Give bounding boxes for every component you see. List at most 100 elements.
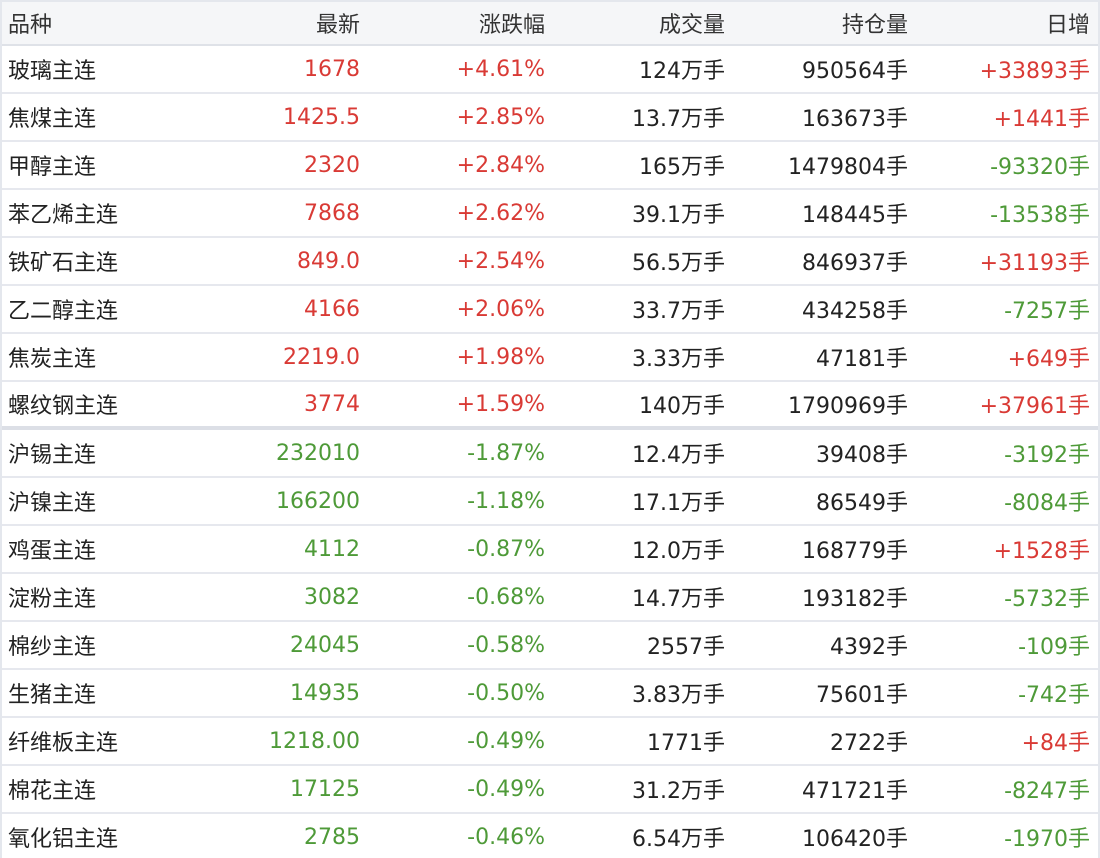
row-name: 苯乙烯主连 — [8, 203, 119, 228]
row-name: 淀粉主连 — [8, 587, 97, 612]
row-change: -0.68% — [467, 584, 545, 610]
row-change: -0.58% — [467, 632, 545, 658]
row-open-interest: 39408手 — [816, 443, 908, 468]
row-change: -1.87% — [467, 440, 545, 466]
row-name: 棉花主连 — [8, 779, 97, 804]
row-change: +2.54% — [456, 248, 545, 274]
row-change: -0.49% — [467, 728, 545, 754]
row-name: 玻璃主连 — [8, 59, 97, 84]
row-daily-change: -93320手 — [990, 155, 1090, 180]
row-name: 甲醇主连 — [8, 155, 97, 180]
row-price: 1678 — [304, 56, 360, 82]
column-header-change[interactable]: 涨跌幅 — [360, 7, 545, 39]
row-daily-change: +84手 — [1021, 731, 1090, 756]
row-open-interest: 106420手 — [802, 827, 908, 852]
table-row[interactable]: 玻璃主连 1678 +4.61% 124万手 950564手 +33893手 — [2, 46, 1098, 94]
row-price: 2320 — [304, 152, 360, 178]
table-row[interactable]: 沪镍主连 166200 -1.18% 17.1万手 86549手 -8084手 — [2, 478, 1098, 526]
row-price: 1218.00 — [269, 728, 360, 754]
row-price: 849.0 — [297, 248, 360, 274]
table-row[interactable]: 甲醇主连 2320 +2.84% 165万手 1479804手 -93320手 — [2, 142, 1098, 190]
table-row[interactable]: 鸡蛋主连 4112 -0.87% 12.0万手 168779手 +1528手 — [2, 526, 1098, 574]
row-open-interest: 1790969手 — [788, 394, 908, 419]
row-volume: 3.33万手 — [632, 347, 725, 372]
column-header-volume[interactable]: 成交量 — [545, 7, 725, 39]
row-price: 17125 — [290, 776, 360, 802]
table-row[interactable]: 棉花主连 17125 -0.49% 31.2万手 471721手 -8247手 — [2, 766, 1098, 814]
row-change: -0.87% — [467, 536, 545, 562]
table-row[interactable]: 淀粉主连 3082 -0.68% 14.7万手 193182手 -5732手 — [2, 574, 1098, 622]
row-change: +2.85% — [456, 104, 545, 130]
row-daily-change: -7257手 — [1004, 299, 1090, 324]
row-open-interest: 2722手 — [830, 731, 908, 756]
row-volume: 124万手 — [639, 59, 725, 84]
row-volume: 1771手 — [647, 731, 725, 756]
row-daily-change: +31193手 — [979, 251, 1090, 276]
row-name: 沪镍主连 — [8, 491, 97, 516]
row-name: 纤维板主连 — [8, 731, 119, 756]
row-open-interest: 950564手 — [802, 59, 908, 84]
row-daily-change: -8084手 — [1004, 491, 1090, 516]
table-row[interactable]: 苯乙烯主连 7868 +2.62% 39.1万手 148445手 -13538手 — [2, 190, 1098, 238]
table-row[interactable]: 生猪主连 14935 -0.50% 3.83万手 75601手 -742手 — [2, 670, 1098, 718]
row-price: 4112 — [304, 536, 360, 562]
table-row[interactable]: 乙二醇主连 4166 +2.06% 33.7万手 434258手 -7257手 — [2, 286, 1098, 334]
futures-quote-table: 品种 最新 涨跌幅 成交量 持仓量 日增 玻璃主连 1678 +4.61% 12… — [0, 0, 1100, 858]
column-header-daily-change[interactable]: 日增 — [908, 7, 1090, 39]
row-open-interest: 471721手 — [802, 779, 908, 804]
row-daily-change: +37961手 — [979, 394, 1090, 419]
row-price: 24045 — [290, 632, 360, 658]
row-price: 3774 — [304, 391, 360, 417]
row-name: 氧化铝主连 — [8, 827, 119, 852]
row-daily-change: +1528手 — [993, 539, 1090, 564]
row-open-interest: 1479804手 — [788, 155, 908, 180]
row-price: 166200 — [276, 488, 360, 514]
table-row[interactable]: 纤维板主连 1218.00 -0.49% 1771手 2722手 +84手 — [2, 718, 1098, 766]
column-header-price[interactable]: 最新 — [212, 7, 360, 39]
row-change: +4.61% — [456, 56, 545, 82]
row-price: 14935 — [290, 680, 360, 706]
row-daily-change: -5732手 — [1004, 587, 1090, 612]
row-volume: 17.1万手 — [632, 491, 725, 516]
row-name: 铁矿石主连 — [8, 251, 119, 276]
column-header-open-interest[interactable]: 持仓量 — [725, 7, 908, 39]
row-change: +1.59% — [456, 391, 545, 417]
row-change: +2.62% — [456, 200, 545, 226]
row-name: 沪锡主连 — [8, 443, 97, 468]
row-volume: 56.5万手 — [632, 251, 725, 276]
row-name: 棉纱主连 — [8, 635, 97, 660]
table-row[interactable]: 焦煤主连 1425.5 +2.85% 13.7万手 163673手 +1441手 — [2, 94, 1098, 142]
row-volume: 39.1万手 — [632, 203, 725, 228]
row-change: +2.84% — [456, 152, 545, 178]
row-price: 2785 — [304, 824, 360, 850]
row-volume: 14.7万手 — [632, 587, 725, 612]
row-volume: 31.2万手 — [632, 779, 725, 804]
row-open-interest: 75601手 — [816, 683, 908, 708]
row-volume: 2557手 — [647, 635, 725, 660]
table-row[interactable]: 螺纹钢主连 3774 +1.59% 140万手 1790969手 +37961手 — [2, 382, 1098, 430]
row-name: 鸡蛋主连 — [8, 539, 97, 564]
row-change: +1.98% — [456, 344, 545, 370]
row-name: 生猪主连 — [8, 683, 97, 708]
row-volume: 12.0万手 — [632, 539, 725, 564]
row-price: 4166 — [304, 296, 360, 322]
row-name: 螺纹钢主连 — [8, 394, 119, 419]
row-open-interest: 193182手 — [802, 587, 908, 612]
row-open-interest: 47181手 — [816, 347, 908, 372]
row-volume: 12.4万手 — [632, 443, 725, 468]
row-volume: 13.7万手 — [632, 107, 725, 132]
row-change: -0.49% — [467, 776, 545, 802]
table-row[interactable]: 沪锡主连 232010 -1.87% 12.4万手 39408手 -3192手 — [2, 430, 1098, 478]
row-daily-change: +1441手 — [993, 107, 1090, 132]
table-row[interactable]: 氧化铝主连 2785 -0.46% 6.54万手 106420手 -1970手 — [2, 814, 1098, 858]
row-daily-change: -109手 — [1018, 635, 1090, 660]
row-open-interest: 86549手 — [816, 491, 908, 516]
column-header-name[interactable]: 品种 — [2, 7, 212, 39]
table-row[interactable]: 棉纱主连 24045 -0.58% 2557手 4392手 -109手 — [2, 622, 1098, 670]
row-name: 乙二醇主连 — [8, 299, 119, 324]
row-daily-change: -8247手 — [1004, 779, 1090, 804]
row-daily-change: +649手 — [1007, 347, 1090, 372]
table-row[interactable]: 铁矿石主连 849.0 +2.54% 56.5万手 846937手 +31193… — [2, 238, 1098, 286]
table-row[interactable]: 焦炭主连 2219.0 +1.98% 3.33万手 47181手 +649手 — [2, 334, 1098, 382]
row-volume: 6.54万手 — [632, 827, 725, 852]
